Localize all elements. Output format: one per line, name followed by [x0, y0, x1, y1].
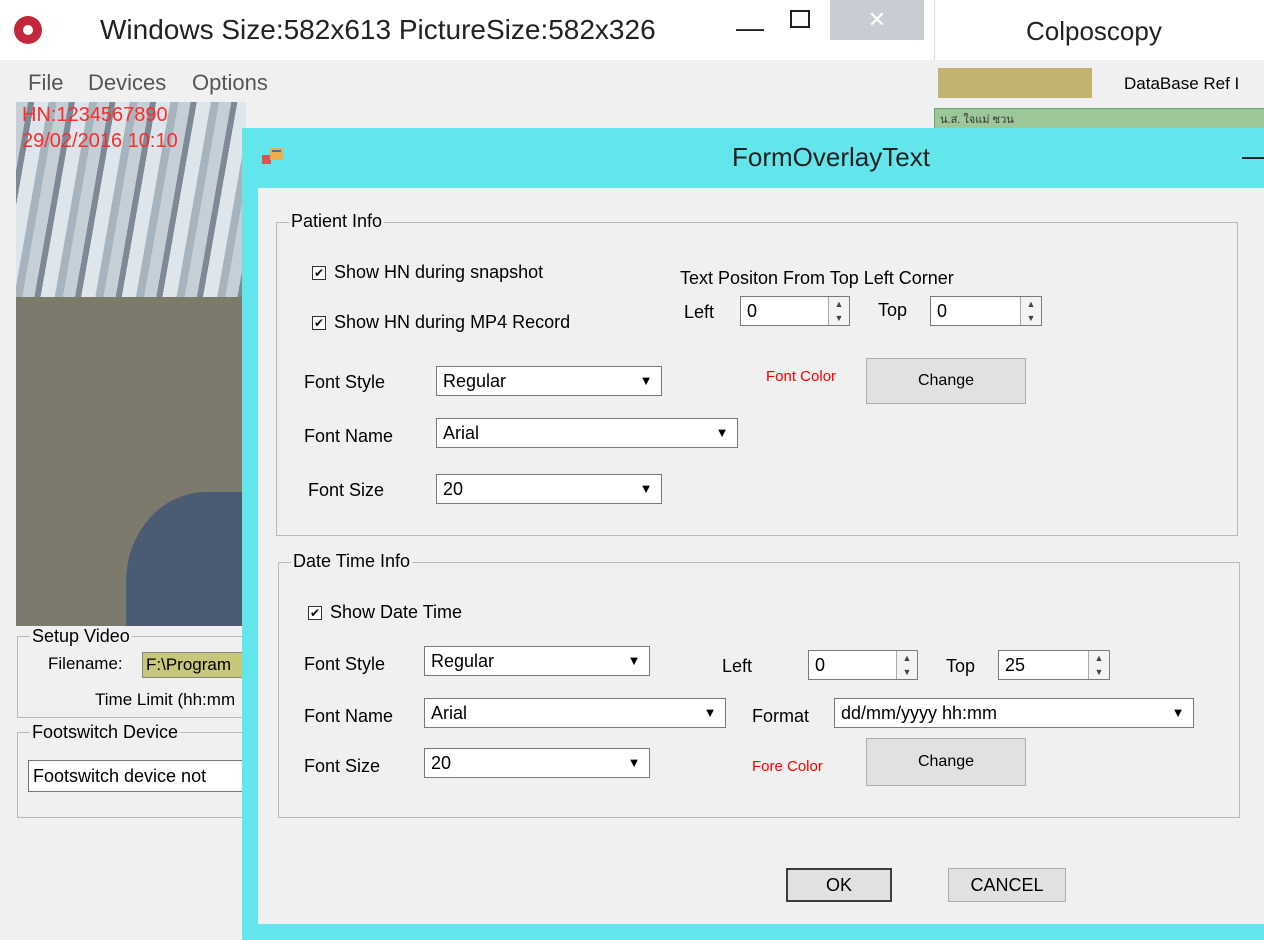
select-value: Arial [431, 703, 468, 723]
dt-top-spinner[interactable]: 25 ▲ ▼ [998, 650, 1110, 680]
time-limit-label: Time Limit (hh:mm [95, 690, 236, 709]
font-style-select[interactable]: Regular ▼ [436, 366, 662, 396]
checkbox-box: ✔ [312, 266, 326, 280]
select-value: 20 [431, 753, 452, 773]
close-button[interactable]: ✕ [830, 0, 924, 40]
show-date-time-label: Show Date Time [330, 602, 463, 622]
dt-font-size-select[interactable]: 20 ▼ [424, 748, 650, 778]
fore-color-label: Fore Color [752, 758, 823, 775]
dt-font-name-label: Font Name [304, 706, 394, 726]
video-preview: HN:1234567890 29/02/2016 10:10 [16, 102, 246, 626]
select-value: Regular [443, 371, 507, 391]
chevron-down-icon[interactable]: ▼ [635, 480, 657, 498]
select-value: Arial [443, 423, 480, 443]
show-hn-snapshot-checkbox[interactable]: ✔ Show HN during snapshot [312, 262, 543, 283]
dt-font-size-label: Font Size [304, 756, 381, 776]
maximize-button[interactable] [790, 10, 810, 28]
checkbox-box: ✔ [312, 316, 326, 330]
font-size-label: Font Size [308, 480, 385, 500]
dt-left-label: Left [722, 656, 753, 676]
font-color-label: Font Color [766, 368, 837, 385]
format-label: Format [752, 706, 810, 726]
dt-font-name-select[interactable]: Arial ▼ [424, 698, 726, 728]
top-position-spinner[interactable]: 0 ▲ ▼ [930, 296, 1042, 326]
minimize-button[interactable]: — [736, 12, 764, 44]
footswitch-legend: Footswitch Device [30, 722, 181, 743]
chevron-down-icon[interactable]: ▼ [1167, 704, 1189, 722]
dialog-minimize-button[interactable]: — [1242, 140, 1264, 172]
spinner-arrows[interactable]: ▲ ▼ [1020, 297, 1041, 325]
camera-app-icon [14, 16, 42, 44]
left-label: Left [684, 302, 715, 322]
dt-font-style-select[interactable]: Regular ▼ [424, 646, 650, 676]
top-label: Top [878, 300, 908, 320]
ok-button[interactable]: OK [786, 868, 892, 902]
chevron-down-icon[interactable]: ▼ [711, 424, 733, 442]
font-name-select[interactable]: Arial ▼ [436, 418, 738, 448]
dt-font-style-label: Font Style [304, 654, 386, 674]
date-time-info-group: Date Time Info [278, 551, 1240, 818]
select-value: Regular [431, 651, 495, 671]
select-value: dd/mm/yyyy hh:mm [841, 703, 998, 723]
setup-video-legend: Setup Video [30, 626, 132, 647]
chevron-down-icon[interactable]: ▼ [623, 652, 645, 670]
dt-left-spinner[interactable]: 0 ▲ ▼ [808, 650, 918, 680]
font-name-label: Font Name [304, 426, 394, 446]
chevron-down-icon[interactable]: ▼ [623, 754, 645, 772]
patient-info-legend: Patient Info [289, 211, 385, 232]
footswitch-status-field: Footswitch device not [28, 760, 254, 792]
left-position-spinner[interactable]: 0 ▲ ▼ [740, 296, 850, 326]
date-time-info-legend: Date Time Info [291, 551, 413, 572]
fore-color-change-button[interactable]: Change [866, 738, 1026, 786]
show-hn-mp4-checkbox[interactable]: ✔ Show HN during MP4 Record [312, 312, 570, 333]
form-icon [262, 148, 283, 164]
filename-input[interactable]: F:\Program [142, 652, 252, 678]
dt-top-label: Top [946, 656, 976, 676]
spinner-arrows[interactable]: ▲ ▼ [1088, 651, 1109, 679]
select-value: 20 [443, 479, 464, 499]
overlay-datetime-text: 29/02/2016 10:10 [22, 130, 178, 152]
spinner-arrows[interactable]: ▲ ▼ [896, 651, 917, 679]
font-size-select[interactable]: 20 ▼ [436, 474, 662, 504]
cancel-button[interactable]: CANCEL [948, 868, 1066, 902]
filename-label: Filename: [48, 654, 123, 673]
colposcopy-title: Colposcopy [1026, 16, 1162, 46]
chevron-down-icon[interactable]: ▼ [635, 372, 657, 390]
font-color-change-button[interactable]: Change [866, 358, 1026, 404]
menu-devices[interactable]: Devices [88, 70, 166, 96]
show-date-time-checkbox[interactable]: ✔ Show Date Time [308, 602, 462, 623]
menu-bar: File Devices Options [0, 62, 934, 102]
overlay-hn-text: HN:1234567890 [22, 104, 168, 126]
checkbox-box: ✔ [308, 606, 322, 620]
main-window-title: Windows Size:582x613 PictureSize:582x326 [100, 14, 656, 45]
spinner-value: 0 [937, 301, 948, 321]
show-hn-snapshot-label: Show HN during snapshot [334, 262, 544, 282]
spinner-value: 25 [1005, 655, 1026, 675]
dialog-title: FormOverlayText [732, 142, 930, 172]
menu-options[interactable]: Options [192, 70, 268, 96]
database-bar [938, 68, 1092, 98]
spinner-value: 0 [747, 301, 758, 321]
database-ref-label: DataBase Ref I [1124, 74, 1240, 93]
chevron-down-icon[interactable]: ▼ [699, 704, 721, 722]
menu-file[interactable]: File [28, 70, 63, 96]
patient-row-text: น.ส. ใจแม่ ซวน [940, 114, 1014, 126]
font-style-label: Font Style [304, 372, 386, 392]
text-position-label: Text Positon From Top Left Corner [680, 268, 954, 288]
format-select[interactable]: dd/mm/yyyy hh:mm ▼ [834, 698, 1194, 728]
spinner-arrows[interactable]: ▲ ▼ [828, 297, 849, 325]
spinner-value: 0 [815, 655, 826, 675]
show-hn-mp4-label: Show HN during MP4 Record [334, 312, 571, 332]
